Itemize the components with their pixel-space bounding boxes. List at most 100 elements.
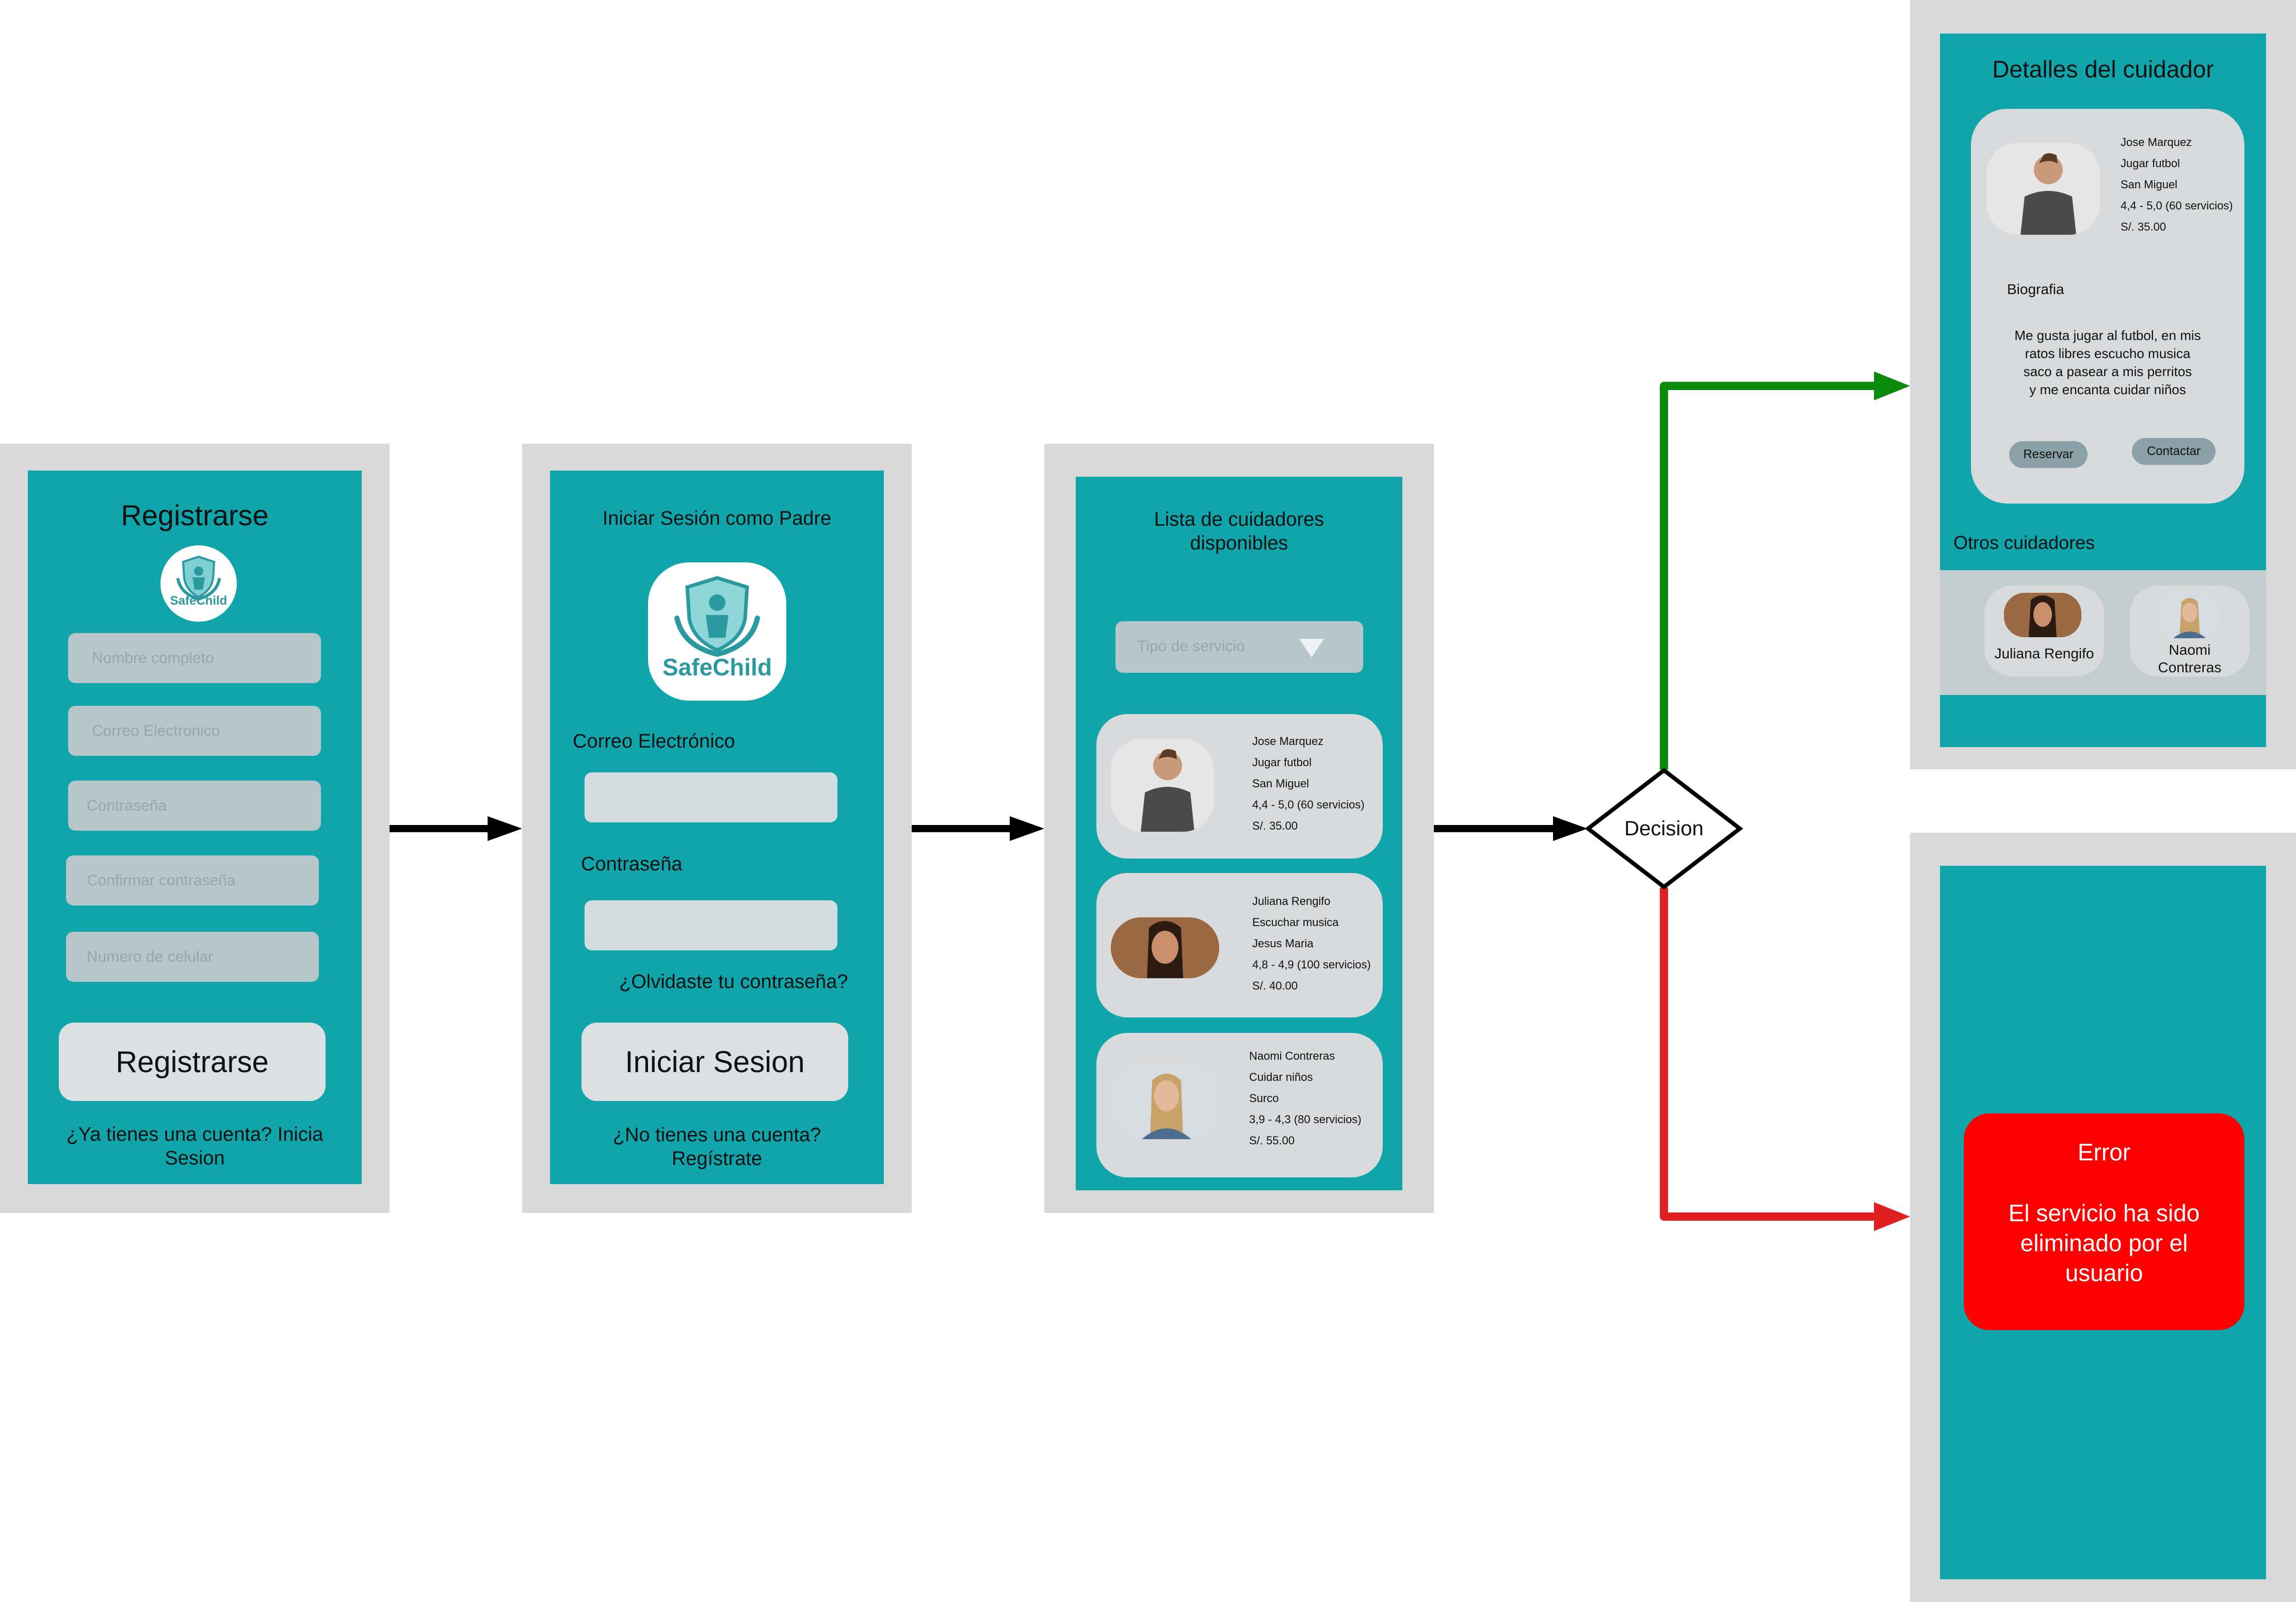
caregiver-photo-avatar [1986,143,2100,235]
email-field[interactable]: Correo Electronico [68,706,321,756]
bio-label: Biografia [2007,281,2064,297]
logo-text-large: SafeChild [662,654,772,681]
caregiver-name: Juliana Rengifo [1252,895,1331,908]
caregiver-name: Naomi Contreras [1249,1049,1335,1062]
list-title-line1: Lista de cuidadores [1154,509,1324,530]
caregiver-rating: 3,9 - 4,3 (80 servicios) [1249,1113,1362,1126]
other-caregiver-chip[interactable]: Juliana Rengifo [1984,586,2104,676]
details-price: S/. 35.00 [2121,220,2166,233]
bio-line: Me gusta jugar al futbol, en mis [2014,328,2201,343]
caregiver-card[interactable]: Naomi Contreras Cuidar niños Surco 3,9 -… [1096,1033,1383,1177]
details-info: Jose Marquez Jugar futbol San Miguel 4,4… [2121,132,2233,237]
safechild-logo: SafeChild [160,545,237,622]
bio-line: y me encanta cuidar niños [2029,382,2186,397]
email-label: Correo Electrónico [573,731,735,752]
other-caregiver-name: Naomi Contreras [2130,641,2250,676]
caregiver-photo-avatar [2156,592,2223,638]
login-link-line1: ¿Ya tienes una cuenta? Inicia [66,1124,324,1145]
caregiver-rating: 4,8 - 4,9 (100 servicios) [1252,958,1371,971]
signup-link[interactable]: ¿No tienes una cuenta? Regístrate [550,1123,884,1171]
caregiver-price: S/. 35.00 [1252,819,1298,832]
login-button[interactable]: Iniciar Sesion [581,1023,848,1101]
person-icon [1111,917,1219,978]
caret-down-icon [1299,639,1324,657]
caregiver-district: Surco [1249,1092,1279,1105]
list-title: Lista de cuidadores disponibles [1076,508,1402,555]
other-caregiver-name: Juliana Rengifo [1994,645,2094,661]
error-title: Error [2077,1139,2131,1166]
safechild-logo-large: SafeChild [648,562,786,701]
bio-text: Me gusta jugar al futbol, en mis ratos l… [1971,327,2244,399]
error-message: El servicio ha sido eliminado por el usu… [1964,1198,2244,1288]
register-button[interactable]: Registrarse [59,1023,326,1101]
error-message-line: El servicio ha sido [2008,1200,2200,1226]
register-screen: Registrarse SafeChild Nombre completo Co… [28,471,362,1184]
details-activity: Jugar futbol [2121,157,2180,170]
login-link-line2: Sesion [165,1147,225,1169]
arrow-register-to-login [390,816,522,841]
caregiver-info: Juliana Rengifo Escuchar musica Jesus Ma… [1252,891,1371,996]
caregiver-card[interactable]: Juliana Rengifo Escuchar musica Jesus Ma… [1096,873,1383,1017]
person-icon [2156,592,2223,638]
bio-line: saco a pasear a mis perritos [2023,364,2192,379]
details-rating: 4,4 - 5,0 (60 servicios) [2121,199,2233,212]
other-caregiver-name-line2: Contreras [2158,659,2222,675]
logo-text: SafeChild [170,594,228,608]
login-link[interactable]: ¿Ya tienes una cuenta? Inicia Sesion [28,1123,362,1170]
person-icon [2020,153,2076,235]
caregiver-price: S/. 40.00 [1252,979,1298,992]
shield-hands-icon [176,555,221,601]
caregiver-price: S/. 55.00 [1249,1134,1295,1147]
caregiver-activity: Jugar futbol [1252,756,1312,769]
service-type-dropdown[interactable]: Tipo de servicio [1115,621,1363,673]
password-label: Contraseña [581,853,683,875]
caregiver-name: Jose Marquez [1252,735,1324,748]
caregiver-activity: Escuchar musica [1252,916,1339,929]
caregiver-rating: 4,4 - 5,0 (60 servicios) [1252,798,1365,811]
caregiver-district: San Miguel [1252,777,1309,790]
person-icon [2004,593,2081,637]
arrow-login-to-list [912,816,1044,841]
details-title: Detalles del cuidador [1992,56,2214,83]
caregiver-info: Naomi Contreras Cuidar niños Surco 3,9 -… [1249,1045,1362,1151]
arrow-decision-success [1660,371,1910,770]
other-caregiver-chip[interactable]: Naomi Contreras [2130,586,2250,676]
phone-field[interactable]: Numero de celular [66,932,319,982]
details-name: Jose Marquez [2121,136,2192,149]
decision-label: Decision [1624,817,1704,840]
confirm-password-field[interactable]: Confirmar contraseña [66,855,319,905]
caregiver-photo-avatar [1111,739,1214,832]
person-icon [1141,749,1194,832]
error-message-line: eliminado por el [2020,1229,2188,1256]
login-title: Iniciar Sesión como Padre [602,508,832,529]
reserve-button[interactable]: Reservar [2009,441,2088,468]
login-password-input[interactable] [585,900,837,950]
error-dialog: Error El servicio ha sido eliminado por … [1964,1113,2244,1330]
details-card: Jose Marquez Jugar futbol San Miguel 4,4… [1971,109,2244,504]
error-message-line: usuario [2065,1259,2143,1286]
other-caregiver-name-line1: Naomi [2169,642,2211,658]
register-title: Registrarse [121,499,269,531]
list-screen: Lista de cuidadores disponibles Tipo de … [1076,477,1402,1190]
dropdown-placeholder: Tipo de servicio [1137,638,1245,655]
forgot-password-link[interactable]: ¿Olvidaste tu contraseña? [619,971,848,993]
password-field[interactable]: Contraseña [68,781,321,831]
error-screen: Error El servicio ha sido eliminado por … [1940,866,2266,1579]
caregiver-photo-avatar [2004,593,2081,637]
person-icon [1111,1062,1219,1139]
other-caregivers-label: Otros cuidadores [1953,532,2095,553]
caregiver-info: Jose Marquez Jugar futbol San Miguel 4,4… [1252,731,1365,836]
full-name-field[interactable]: Nombre completo [68,633,321,683]
login-email-input[interactable] [585,772,837,822]
details-screen: Detalles del cuidador Jose Marquez Jugar… [1940,34,2266,747]
arrow-list-to-decision [1434,816,1588,841]
bio-line: ratos libres escucho musica [2025,346,2191,361]
contact-button[interactable]: Contactar [2132,438,2216,465]
details-district: San Miguel [2121,178,2178,191]
arrow-decision-error [1660,887,1910,1231]
login-screen: Iniciar Sesión como Padre SafeChild Corr… [550,471,884,1184]
caregiver-card[interactable]: Jose Marquez Jugar futbol San Miguel 4,4… [1096,714,1383,859]
caregiver-activity: Cuidar niños [1249,1071,1313,1083]
caregiver-district: Jesus Maria [1252,937,1314,950]
signup-link-line1: ¿No tienes una cuenta? [612,1124,821,1146]
